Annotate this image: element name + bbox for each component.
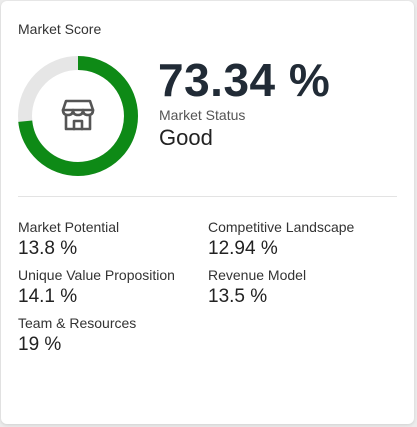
market-score-card: Market Score 73.34 % Market Status Good …: [1, 1, 414, 424]
metric-unique-value-proposition: Unique Value Proposition 14.1 %: [18, 267, 175, 308]
metric-label: Team & Resources: [18, 315, 137, 331]
metric-revenue-model: Revenue Model 13.5 %: [208, 267, 306, 308]
store-icon: [61, 99, 95, 131]
section-divider: [18, 196, 397, 197]
metric-value: 13.8 %: [18, 238, 78, 259]
market-score-value: 73.34 %: [158, 54, 331, 106]
metric-label: Revenue Model: [208, 267, 307, 283]
metric-label: Market Potential: [18, 219, 120, 235]
metric-label: Competitive Landscape: [208, 219, 355, 235]
card-title: Market Score: [18, 21, 102, 37]
metric-value: 19 %: [18, 334, 62, 355]
metric-competitive-landscape: Competitive Landscape 12.94 %: [208, 219, 354, 260]
metric-value: 13.5 %: [208, 286, 268, 307]
metric-value: 12.94 %: [208, 238, 278, 259]
score-gauge: [18, 56, 138, 176]
metric-team-resources: Team & Resources 19 %: [18, 315, 136, 356]
market-status-label: Market Status: [159, 107, 246, 123]
metric-label: Unique Value Proposition: [18, 267, 175, 283]
market-status-value: Good: [159, 125, 213, 150]
metric-value: 14.1 %: [18, 286, 78, 307]
metric-market-potential: Market Potential 13.8 %: [18, 219, 119, 260]
